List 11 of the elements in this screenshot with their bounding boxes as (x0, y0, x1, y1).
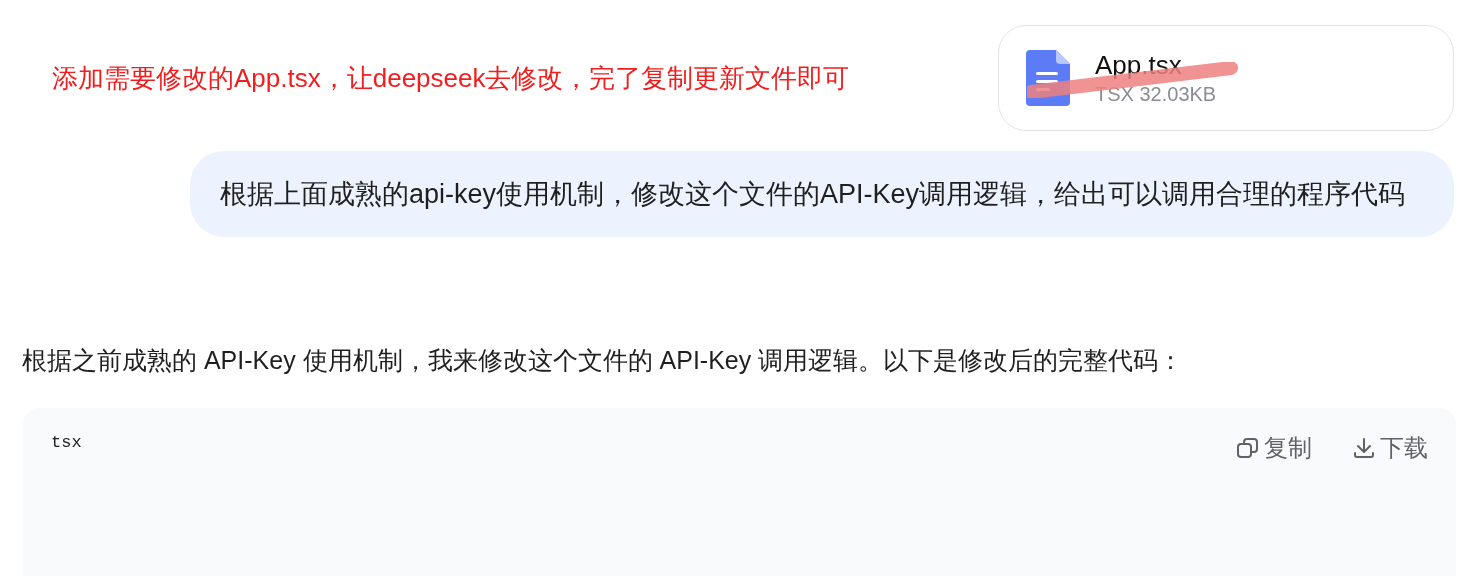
download-button[interactable]: 下载 (1352, 430, 1428, 466)
file-meta: TSX 32.03KB (1095, 82, 1217, 107)
annotation-text: 添加需要修改的App.tsx，让deepseek去修改，完了复制更新文件即可 (52, 62, 850, 95)
user-message-text: 根据上面成熟的api-key使用机制，修改这个文件的API-Key调用逻辑，给出可以调用合理的程序代码 (220, 178, 1407, 211)
file-name: App.tsx (1095, 49, 1183, 81)
assistant-message-text: 根据之前成熟的 API-Key 使用机制，我来修改这个文件的 API-Key 调用逻辑。以下是修改后的完整代码： (21, 345, 1185, 376)
file-attachment-card[interactable]: App.tsx TSX 32.03KB (998, 25, 1454, 131)
download-icon (1352, 436, 1376, 460)
code-language-label: tsx (51, 432, 82, 454)
copy-button[interactable]: 复制 (1236, 430, 1312, 466)
copy-icon (1236, 436, 1260, 460)
